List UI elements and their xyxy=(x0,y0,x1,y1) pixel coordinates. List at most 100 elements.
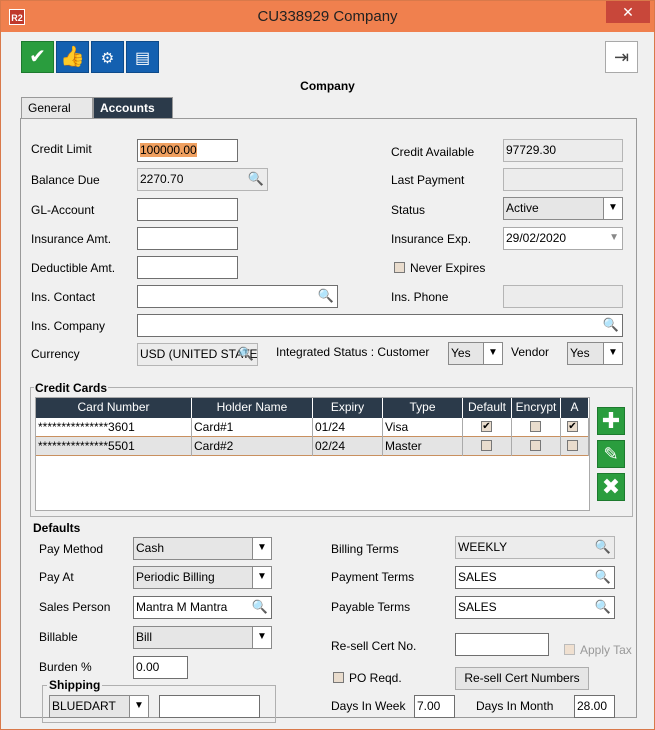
shipping-carrier-dropdown[interactable]: BLUEDART ▼ xyxy=(49,695,149,718)
credit-limit-label: Credit Limit xyxy=(31,142,92,156)
ins-contact-field[interactable]: 🔍 xyxy=(137,285,338,308)
vendor-dropdown[interactable]: Yes ▼ xyxy=(567,342,623,365)
vendor-value: Yes xyxy=(570,346,590,360)
payable-terms-label: Payable Terms xyxy=(331,600,411,614)
billing-terms-field[interactable]: WEEKLY 🔍 xyxy=(455,536,615,559)
credit-limit-field[interactable]: 100000.00 xyxy=(137,139,238,162)
save-button[interactable]: ✔ xyxy=(21,41,54,73)
insurance-exp-field[interactable]: 29/02/2020 ▼ xyxy=(503,227,623,250)
expiry-cell: 01/24 xyxy=(313,418,383,437)
exit-icon: ⇥ xyxy=(613,47,630,67)
table-row[interactable]: ***************5501 Card#2 02/24 Master xyxy=(36,437,589,456)
burden-label: Burden % xyxy=(39,660,92,674)
search-icon[interactable]: 🔍 xyxy=(603,317,619,333)
last-payment-label: Last Payment xyxy=(391,173,465,187)
resell-cert-label: Re-sell Cert No. xyxy=(331,639,417,653)
default-checkbox[interactable]: ✔ xyxy=(481,421,492,432)
burden-field[interactable]: 0.00 xyxy=(133,656,188,679)
column-header[interactable]: Holder Name xyxy=(192,398,313,418)
payment-terms-field[interactable]: SALES 🔍 xyxy=(455,566,615,589)
search-icon[interactable]: 🔍 xyxy=(595,599,611,615)
view-icon: ⚙ xyxy=(100,50,115,67)
sales-person-field[interactable]: Mantra M Mantra 🔍 xyxy=(133,596,272,619)
shipping-field[interactable] xyxy=(159,695,260,718)
chevron-down-icon[interactable]: ▼ xyxy=(252,538,271,559)
view-button[interactable]: ⚙ xyxy=(91,41,124,73)
days-in-month-field[interactable]: 28.00 xyxy=(574,695,615,718)
chevron-down-icon[interactable]: ▼ xyxy=(603,198,622,219)
search-icon[interactable]: 🔍 xyxy=(238,346,254,362)
never-expires-checkbox[interactable] xyxy=(394,262,405,273)
form-title: Company xyxy=(300,79,355,93)
card-number-cell: ***************3601 xyxy=(36,418,192,437)
tab-general[interactable]: General xyxy=(21,97,93,118)
a-checkbox[interactable] xyxy=(567,440,578,451)
insurance-amt-field[interactable] xyxy=(137,227,238,250)
thumbs-up-icon: 👍 xyxy=(60,46,85,68)
default-checkbox[interactable] xyxy=(481,440,492,451)
balance-due-field[interactable]: 2270.70 🔍 xyxy=(137,168,268,191)
integrated-status-dropdown[interactable]: Yes ▼ xyxy=(448,342,503,365)
pay-at-dropdown[interactable]: Periodic Billing ▼ xyxy=(133,566,272,589)
encrypt-cell xyxy=(512,418,561,437)
chevron-down-icon[interactable]: ▼ xyxy=(252,567,271,588)
search-icon[interactable]: 🔍 xyxy=(248,171,264,187)
column-header[interactable]: Type xyxy=(383,398,463,418)
chevron-down-icon[interactable]: ▼ xyxy=(609,232,619,243)
gl-account-label: GL-Account xyxy=(31,203,95,217)
a-checkbox[interactable]: ✔ xyxy=(567,421,578,432)
billing-terms-label: Billing Terms xyxy=(331,542,399,556)
ins-company-label: Ins. Company xyxy=(31,319,106,333)
chevron-down-icon[interactable]: ▼ xyxy=(252,627,271,648)
column-header[interactable]: Card Number xyxy=(36,398,192,418)
status-dropdown[interactable]: Active ▼ xyxy=(503,197,623,220)
defaults-title: Defaults xyxy=(33,521,81,535)
search-icon[interactable]: 🔍 xyxy=(252,599,268,615)
ins-phone-field[interactable] xyxy=(503,285,623,308)
add-card-button[interactable]: ✚ xyxy=(597,407,625,435)
search-icon[interactable]: 🔍 xyxy=(595,569,611,585)
encrypt-checkbox[interactable] xyxy=(530,421,541,432)
days-in-week-field[interactable]: 7.00 xyxy=(414,695,455,718)
payable-terms-field[interactable]: SALES 🔍 xyxy=(455,596,615,619)
pay-method-dropdown[interactable]: Cash ▼ xyxy=(133,537,272,560)
default-cell: ✔ xyxy=(463,418,512,437)
close-button[interactable]: ✕ xyxy=(606,1,650,23)
apply-tax-checkbox[interactable] xyxy=(564,644,575,655)
ins-company-field[interactable]: 🔍 xyxy=(137,314,623,337)
payment-terms-label: Payment Terms xyxy=(331,570,415,584)
table-row[interactable]: ***************3601 Card#1 01/24 Visa ✔ … xyxy=(36,418,589,437)
po-reqd-checkbox[interactable] xyxy=(333,672,344,683)
check-icon: ✔ xyxy=(29,46,46,68)
balance-due-label: Balance Due xyxy=(31,173,100,187)
column-header[interactable]: Encrypt xyxy=(512,398,561,418)
chevron-down-icon[interactable]: ▼ xyxy=(483,343,502,364)
approve-button[interactable]: 👍 xyxy=(56,41,89,73)
resell-cert-field[interactable] xyxy=(455,633,549,656)
resell-cert-numbers-button[interactable]: Re-sell Cert Numbers xyxy=(455,667,589,690)
comment-button[interactable]: ▤ xyxy=(126,41,159,73)
search-icon[interactable]: 🔍 xyxy=(318,288,334,304)
integrated-status-value: Yes xyxy=(451,346,471,360)
chevron-down-icon[interactable]: ▼ xyxy=(129,696,148,717)
billable-label: Billable xyxy=(39,630,78,644)
edit-card-button[interactable]: ✎ xyxy=(597,440,625,468)
search-icon[interactable]: 🔍 xyxy=(595,539,611,555)
last-payment-field xyxy=(503,168,623,191)
billable-dropdown[interactable]: Bill ▼ xyxy=(133,626,272,649)
shipping-title: Shipping xyxy=(47,678,103,692)
gl-account-field[interactable] xyxy=(137,198,238,221)
column-header[interactable]: A xyxy=(561,398,589,418)
chevron-down-icon[interactable]: ▼ xyxy=(603,343,622,364)
column-header[interactable]: Expiry xyxy=(313,398,383,418)
currency-field[interactable]: USD (UNITED STATE 🔍 xyxy=(137,343,258,366)
ins-contact-label: Ins. Contact xyxy=(31,290,96,304)
tab-accounts[interactable]: Accounts xyxy=(93,97,173,118)
column-header[interactable]: Default xyxy=(463,398,512,418)
holder-name-cell: Card#2 xyxy=(192,437,313,456)
credit-available-label: Credit Available xyxy=(391,145,475,159)
encrypt-checkbox[interactable] xyxy=(530,440,541,451)
exit-button[interactable]: ⇥ xyxy=(605,41,638,73)
delete-card-button[interactable]: ✖ xyxy=(597,473,625,501)
deductible-amt-field[interactable] xyxy=(137,256,238,279)
